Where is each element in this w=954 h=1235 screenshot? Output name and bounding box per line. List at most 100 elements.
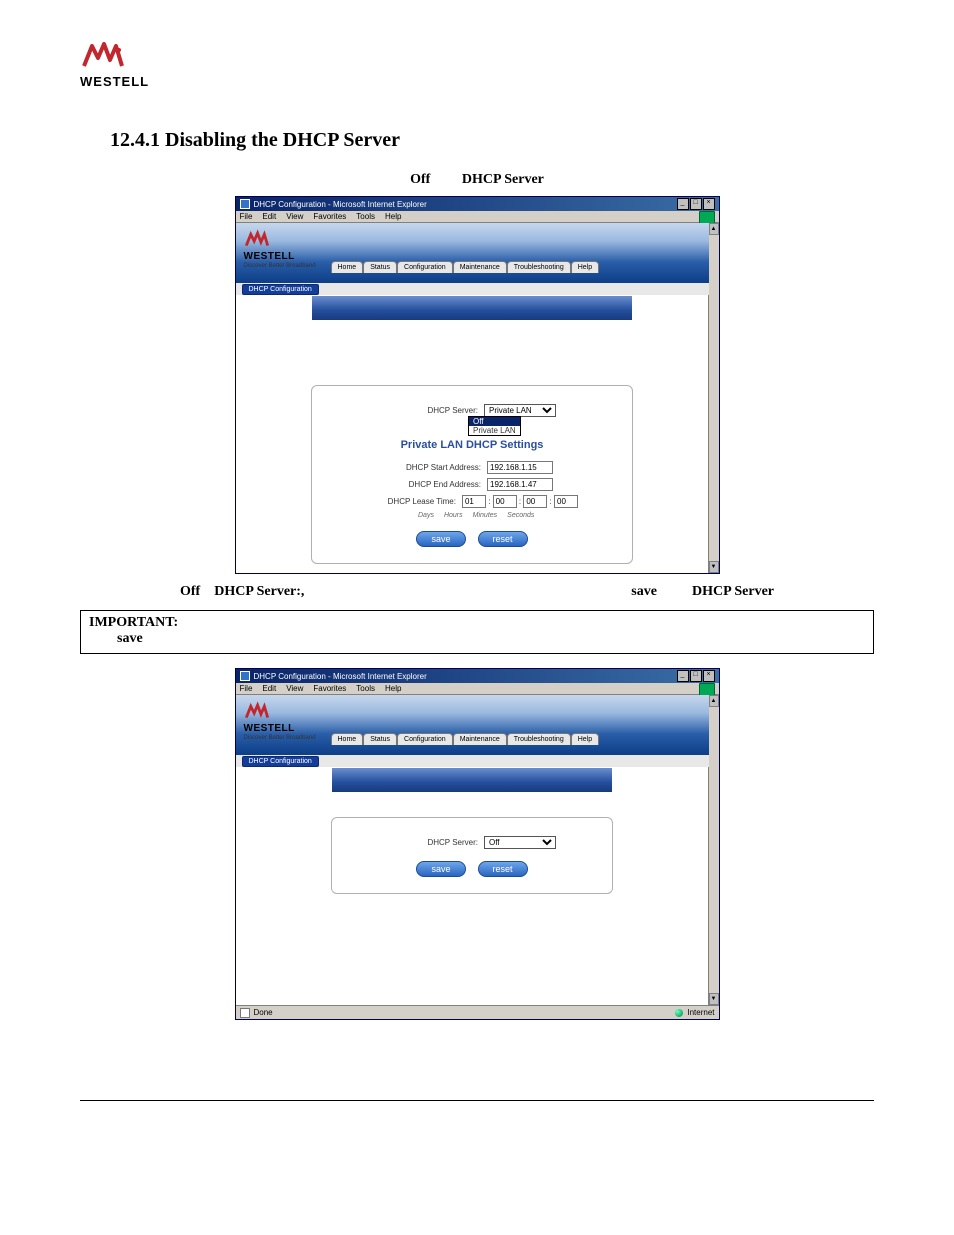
logo-brand-text: WESTELL (80, 74, 149, 89)
breadcrumb-bar: DHCP Configuration (236, 283, 709, 295)
screenshot-1: DHCP Configuration - Microsoft Internet … (235, 196, 720, 574)
menu-edit[interactable]: Edit (262, 684, 276, 693)
tab-home[interactable]: Home (331, 261, 364, 273)
page-banner-2: WESTELL Discover Better Broadband Home S… (236, 695, 709, 755)
b-save: save (631, 584, 657, 599)
end-address-input[interactable] (487, 478, 553, 491)
scroll-up-icon[interactable]: ▲ (709, 695, 719, 707)
scrollbar[interactable]: ▲ ▼ (708, 695, 719, 1005)
logo-mark-icon (80, 40, 126, 72)
window-title-2: DHCP Configuration - Microsoft Internet … (254, 672, 677, 681)
tab-configuration[interactable]: Configuration (397, 733, 453, 745)
menu-view[interactable]: View (286, 212, 303, 221)
ie-page-icon (240, 1008, 250, 1018)
status-bar: Done Internet (236, 1005, 719, 1019)
maximize-button[interactable]: □ (690, 198, 702, 210)
breadcrumb-bar-2: DHCP Configuration (236, 755, 709, 767)
lease-seconds-input[interactable] (554, 495, 578, 508)
banner-logo-icon (244, 229, 270, 253)
banner-brand-2: WESTELL (244, 723, 295, 734)
scroll-down-icon[interactable]: ▼ (709, 993, 719, 1005)
b-dhcp-server-2: DHCP Server (692, 584, 774, 599)
important-save-word: save (117, 631, 143, 646)
dhcp-server-label-2: DHCP Server: (388, 838, 484, 847)
tab-maintenance[interactable]: Maintenance (453, 733, 507, 745)
end-address-label: DHCP End Address: (391, 480, 487, 489)
reset-button[interactable]: reset (478, 531, 528, 547)
tab-help[interactable]: Help (571, 261, 599, 273)
internet-zone-icon (675, 1009, 683, 1017)
tab-troubleshooting[interactable]: Troubleshooting (507, 261, 571, 273)
close-button[interactable]: × (703, 198, 715, 210)
tab-status[interactable]: Status (363, 733, 397, 745)
menu-view[interactable]: View (286, 684, 303, 693)
menu-help[interactable]: Help (385, 684, 401, 693)
lease-hours-input[interactable] (493, 495, 517, 508)
banner-logo-icon (244, 701, 270, 725)
westell-logo: WESTELL (80, 40, 874, 89)
menu-bar: File Edit View Favorites Tools Help (236, 211, 719, 223)
dhcp-form-panel: DHCP Server: Private LAN Off Private LAN… (311, 385, 633, 564)
window-titlebar-2: DHCP Configuration - Microsoft Internet … (236, 669, 719, 683)
breadcrumb-chip-2[interactable]: DHCP Configuration (242, 756, 319, 767)
lease-days-input[interactable] (462, 495, 486, 508)
dropdown-option-off[interactable]: Off (469, 417, 520, 426)
panel-header-bar-2 (332, 768, 612, 792)
lease-minutes-input[interactable] (523, 495, 547, 508)
dhcp-server-label: DHCP Server: (388, 406, 484, 415)
banner-brand: WESTELL (244, 251, 295, 262)
menu-bar-2: File Edit View Favorites Tools Help (236, 683, 719, 695)
window-titlebar: DHCP Configuration - Microsoft Internet … (236, 197, 719, 211)
scroll-up-icon[interactable]: ▲ (709, 223, 719, 235)
tab-home[interactable]: Home (331, 733, 364, 745)
start-address-input[interactable] (487, 461, 553, 474)
nav-tabs-2: Home Status Configuration Maintenance Tr… (331, 733, 600, 745)
b-off: Off (180, 584, 200, 599)
menu-favorites[interactable]: Favorites (313, 684, 346, 693)
window-title: DHCP Configuration - Microsoft Internet … (254, 200, 677, 209)
b-dhcp-server: DHCP Server:, (214, 584, 304, 599)
nav-tabs: Home Status Configuration Maintenance Tr… (331, 261, 600, 273)
scroll-down-icon[interactable]: ▼ (709, 561, 719, 573)
menu-favorites[interactable]: Favorites (313, 212, 346, 221)
dhcp-server-dropdown-list[interactable]: Off Private LAN (468, 416, 521, 436)
menu-tools[interactable]: Tools (356, 212, 375, 221)
screenshot-2: DHCP Configuration - Microsoft Internet … (235, 668, 720, 1020)
save-button-2[interactable]: save (416, 861, 465, 877)
tab-status[interactable]: Status (363, 261, 397, 273)
bold-off: Off (410, 172, 430, 187)
ie-icon (240, 199, 250, 209)
tab-configuration[interactable]: Configuration (397, 261, 453, 273)
menu-file[interactable]: File (240, 212, 253, 221)
maximize-button[interactable]: □ (690, 670, 702, 682)
minimize-button[interactable]: _ (677, 198, 689, 210)
reset-button-2[interactable]: reset (478, 861, 528, 877)
status-text: Done (254, 1008, 273, 1017)
tab-maintenance[interactable]: Maintenance (453, 261, 507, 273)
important-callout: IMPORTANT: save (80, 610, 874, 654)
page-banner: WESTELL Discover Better Broadband Home S… (236, 223, 709, 283)
breadcrumb-chip[interactable]: DHCP Configuration (242, 284, 319, 295)
menu-file[interactable]: File (240, 684, 253, 693)
section-heading: 12.4.1 Disabling the DHCP Server (110, 129, 874, 152)
minimize-button[interactable]: _ (677, 670, 689, 682)
menu-edit[interactable]: Edit (262, 212, 276, 221)
banner-tagline: Discover Better Broadband (244, 263, 316, 269)
settings-heading: Private LAN DHCP Settings (322, 439, 622, 451)
dropdown-option-private-lan[interactable]: Private LAN (469, 426, 520, 435)
footer-rule (80, 1100, 874, 1101)
tab-help[interactable]: Help (571, 733, 599, 745)
save-button[interactable]: save (416, 531, 465, 547)
zone-text: Internet (687, 1008, 714, 1017)
scrollbar[interactable]: ▲ ▼ (708, 223, 719, 573)
ie-icon (240, 671, 250, 681)
menu-tools[interactable]: Tools (356, 684, 375, 693)
menu-help[interactable]: Help (385, 212, 401, 221)
dhcp-server-select-2[interactable]: Off (484, 836, 556, 849)
tab-troubleshooting[interactable]: Troubleshooting (507, 733, 571, 745)
important-title: IMPORTANT: (89, 615, 178, 630)
start-address-label: DHCP Start Address: (391, 463, 487, 472)
time-unit-labels: Days Hours Minutes Seconds (418, 512, 622, 519)
body-line-2: Off DHCP Server:, save DHCP Server (180, 584, 774, 600)
close-button[interactable]: × (703, 670, 715, 682)
